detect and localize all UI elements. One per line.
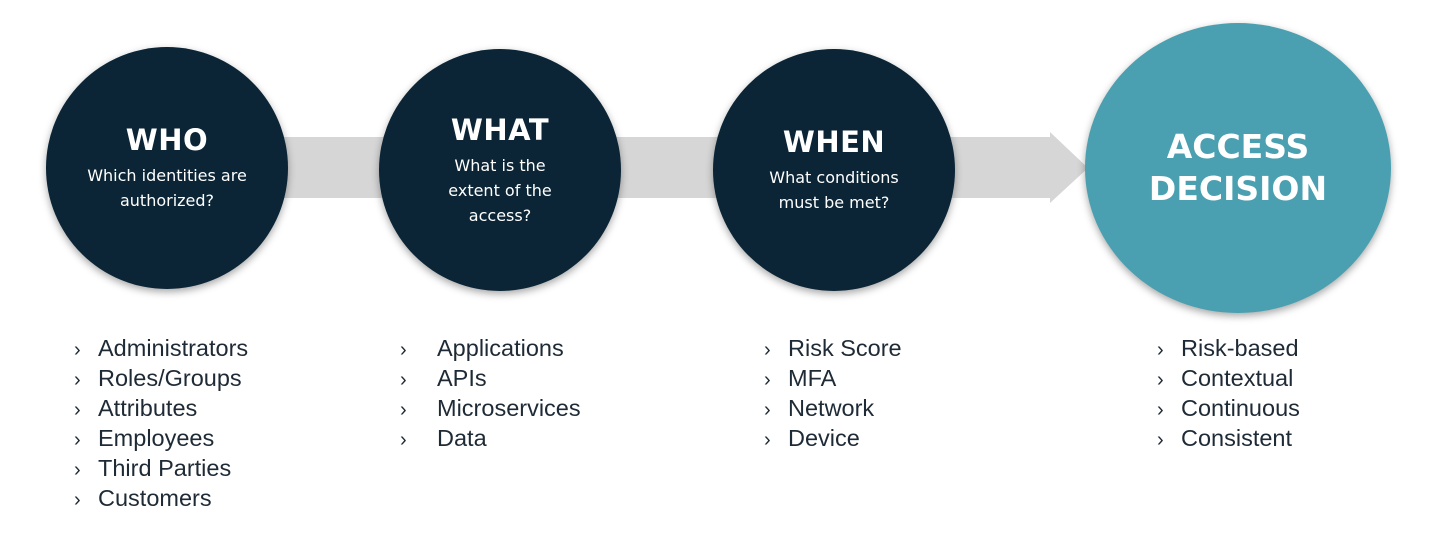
list-item: › Third Parties <box>74 453 248 483</box>
chevron-right-icon: › <box>400 339 407 361</box>
list-item: › MFA <box>764 363 902 393</box>
list-item: › Risk Score <box>764 333 902 363</box>
what-circle: WHAT What is the extent of the access? <box>379 49 621 291</box>
chevron-right-icon: › <box>764 399 771 421</box>
decision-list: › Risk-based › Contextual › Continuous › Con… <box>1157 333 1300 453</box>
list-item: › Contextual <box>1157 363 1300 393</box>
when-circle: WHEN What conditions must be met? <box>713 49 955 291</box>
list-item: › Consistent <box>1157 423 1300 453</box>
list-item: › Network <box>764 393 902 423</box>
chevron-right-icon: › <box>764 339 771 361</box>
list-item: › Customers <box>74 483 248 513</box>
chevron-right-icon: › <box>400 429 407 451</box>
list-item: › Microservices <box>400 393 581 423</box>
chevron-right-icon: › <box>74 339 81 361</box>
who-list: › Administrators › Roles/Groups › Attribute… <box>74 333 248 513</box>
list-item: › APIs <box>400 363 581 393</box>
chevron-right-icon: › <box>400 369 407 391</box>
who-subtitle: Which identities are authorized? <box>87 166 247 210</box>
chevron-right-icon: › <box>1157 339 1164 361</box>
list-item: › Employees <box>74 423 248 453</box>
chevron-right-icon: › <box>74 369 81 391</box>
chevron-right-icon: › <box>764 369 771 391</box>
list-item: › Data <box>400 423 581 453</box>
list-item: › Applications <box>400 333 581 363</box>
when-subtitle: What conditions must be met? <box>769 168 899 212</box>
who-title: WHO <box>125 123 209 157</box>
chevron-right-icon: › <box>74 429 81 451</box>
what-subtitle: What is the extent of the access? <box>448 155 552 225</box>
chevron-right-icon: › <box>1157 399 1164 421</box>
chevron-right-icon: › <box>400 399 407 421</box>
when-title: WHEN <box>782 125 886 159</box>
access-decision-circle: ACCESS DECISION <box>1085 23 1391 313</box>
list-item: › Continuous <box>1157 393 1300 423</box>
what-list: › Applications › APIs › Microservices › Data <box>400 333 581 453</box>
flow-arrow-shape <box>250 132 1088 203</box>
chevron-right-icon: › <box>74 399 81 421</box>
list-item: › Roles/Groups <box>74 363 248 393</box>
list-item: › Attributes <box>74 393 248 423</box>
chevron-right-icon: › <box>74 489 81 511</box>
access-decision-title: ACCESS DECISION <box>1148 127 1328 208</box>
when-list: › Risk Score › MFA › Network › Device <box>764 333 902 453</box>
chevron-right-icon: › <box>1157 369 1164 391</box>
list-item: › Administrators <box>74 333 248 363</box>
chevron-right-icon: › <box>764 429 771 451</box>
list-item: › Risk-based <box>1157 333 1300 363</box>
what-title: WHAT <box>450 112 550 147</box>
who-circle: WHO Which identities are authorized? <box>46 47 288 289</box>
chevron-right-icon: › <box>1157 429 1164 451</box>
list-item: › Device <box>764 423 902 453</box>
chevron-right-icon: › <box>74 459 81 481</box>
